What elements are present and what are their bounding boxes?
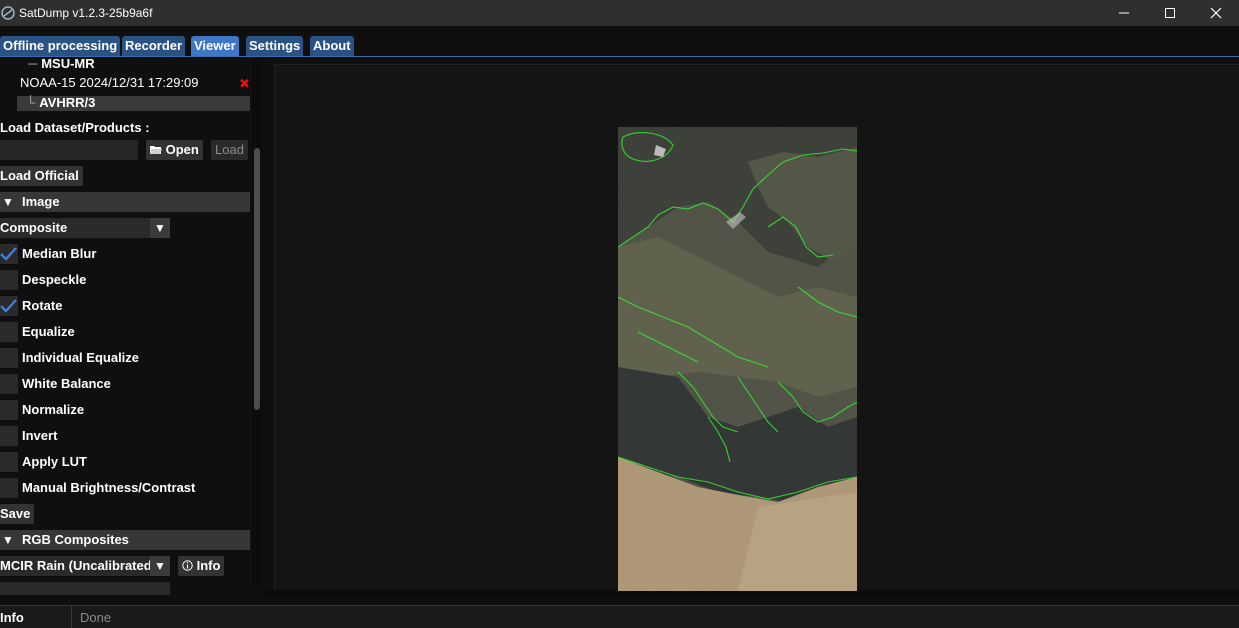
checkbox-box <box>0 452 18 472</box>
main-tab-bar: Offline processing Recorder Viewer Setti… <box>0 27 1239 57</box>
status-label: Info <box>0 610 24 625</box>
composite-select[interactable]: Composite ▼ <box>0 218 170 238</box>
tab-viewer[interactable]: Viewer <box>191 36 239 56</box>
checkbox-box <box>0 478 18 498</box>
maximize-button[interactable] <box>1147 0 1193 26</box>
checkmark-icon <box>0 247 17 261</box>
checkbox-label: Median Blur <box>22 246 97 261</box>
load-button[interactable]: Load <box>211 140 248 160</box>
dataset-label: NOAA-15 2024/12/31 17:29:09 <box>20 75 199 90</box>
tree-branch-glyph: ─ <box>28 58 38 71</box>
open-button-label: Open <box>165 142 199 157</box>
tree-branch-glyph: └ <box>26 95 36 110</box>
sidebar-scroll-thumb[interactable] <box>254 148 260 410</box>
partial-select-below[interactable] <box>0 582 170 595</box>
checkbox-label: Individual Equalize <box>22 350 140 365</box>
checkbox-label: Despeckle <box>22 272 87 287</box>
checkbox-box <box>0 400 18 420</box>
tree-item-partial[interactable]: ─ MSU-MR <box>28 58 95 73</box>
checkbox-box <box>0 322 18 342</box>
image-section-header[interactable]: ▼ Image <box>0 192 250 212</box>
window-title: SatDump v1.2.3-25b9a6f <box>19 6 153 20</box>
coastline-overlay <box>618 127 857 591</box>
info-circle-icon <box>182 558 197 573</box>
status-bar: Info Done <box>0 605 1239 628</box>
satdump-icon <box>1 6 15 20</box>
info-button[interactable]: Info <box>178 556 225 576</box>
section-title: RGB Composites <box>22 532 129 547</box>
save-button[interactable]: Save <box>0 504 35 524</box>
checkbox-label: Normalize <box>22 402 85 417</box>
collapse-arrow-icon: ▼ <box>2 533 14 547</box>
checkbox-label: Manual Brightness/Contrast <box>22 480 196 495</box>
viewer-sidebar: ─ MSU-MR NOAA-15 2024/12/31 17:29:09 ✖ └ A… <box>0 58 262 595</box>
checkbox-label: Equalize <box>22 324 75 339</box>
tree-item-label: MSU-MR <box>41 58 95 71</box>
dataset-path-input[interactable] <box>0 140 138 160</box>
tab-about[interactable]: About <box>310 36 354 56</box>
collapse-arrow-icon: ▼ <box>2 195 14 209</box>
delete-dataset-icon[interactable]: ✖ <box>239 76 250 92</box>
checkbox-label: Apply LUT <box>22 454 87 469</box>
close-button[interactable] <box>1193 0 1239 26</box>
info-button-label: Info <box>196 558 221 573</box>
checkbox-label: Rotate <box>22 298 63 313</box>
title-bar: SatDump v1.2.3-25b9a6f <box>0 0 1239 26</box>
rgb-composite-select-value: MCIR Rain (Uncalibrated <box>0 558 152 573</box>
tab-offline-processing[interactable]: Offline processing <box>0 36 121 56</box>
checkbox-box <box>0 270 18 290</box>
dataset-tree-item[interactable]: NOAA-15 2024/12/31 17:29:09 <box>20 74 199 92</box>
open-button[interactable]: Open <box>146 140 203 160</box>
tree-item-avhrr[interactable]: └ AVHRR/3 <box>26 94 95 112</box>
rgb-composite-select[interactable]: MCIR Rain (Uncalibrated ▼ <box>0 556 170 576</box>
status-text: Done <box>80 610 112 625</box>
minimize-button[interactable] <box>1101 0 1147 26</box>
load-official-button[interactable]: Load Official <box>0 166 83 186</box>
section-title: Image <box>22 194 60 209</box>
viewer-scroll-track <box>262 590 1239 598</box>
checkbox-box <box>0 348 18 368</box>
satellite-composite-image[interactable] <box>618 127 857 591</box>
checkmark-icon <box>0 299 17 313</box>
load-dataset-label: Load Dataset/Products : <box>0 120 150 135</box>
checkbox-label: White Balance <box>22 376 111 391</box>
dropdown-arrow-icon: ▼ <box>150 218 170 238</box>
composite-select-value: Composite <box>0 220 68 235</box>
checkbox-label: Invert <box>22 428 58 443</box>
rgb-composites-section-header[interactable]: ▼ RGB Composites <box>0 530 250 550</box>
checkbox-box <box>0 426 18 446</box>
tab-settings[interactable]: Settings <box>246 36 304 56</box>
checkbox-box <box>0 374 18 394</box>
status-divider <box>71 606 72 628</box>
tab-recorder[interactable]: Recorder <box>122 36 186 56</box>
dropdown-arrow-icon: ▼ <box>150 556 170 576</box>
folder-open-icon <box>150 142 166 157</box>
tree-item-label: AVHRR/3 <box>39 95 96 110</box>
